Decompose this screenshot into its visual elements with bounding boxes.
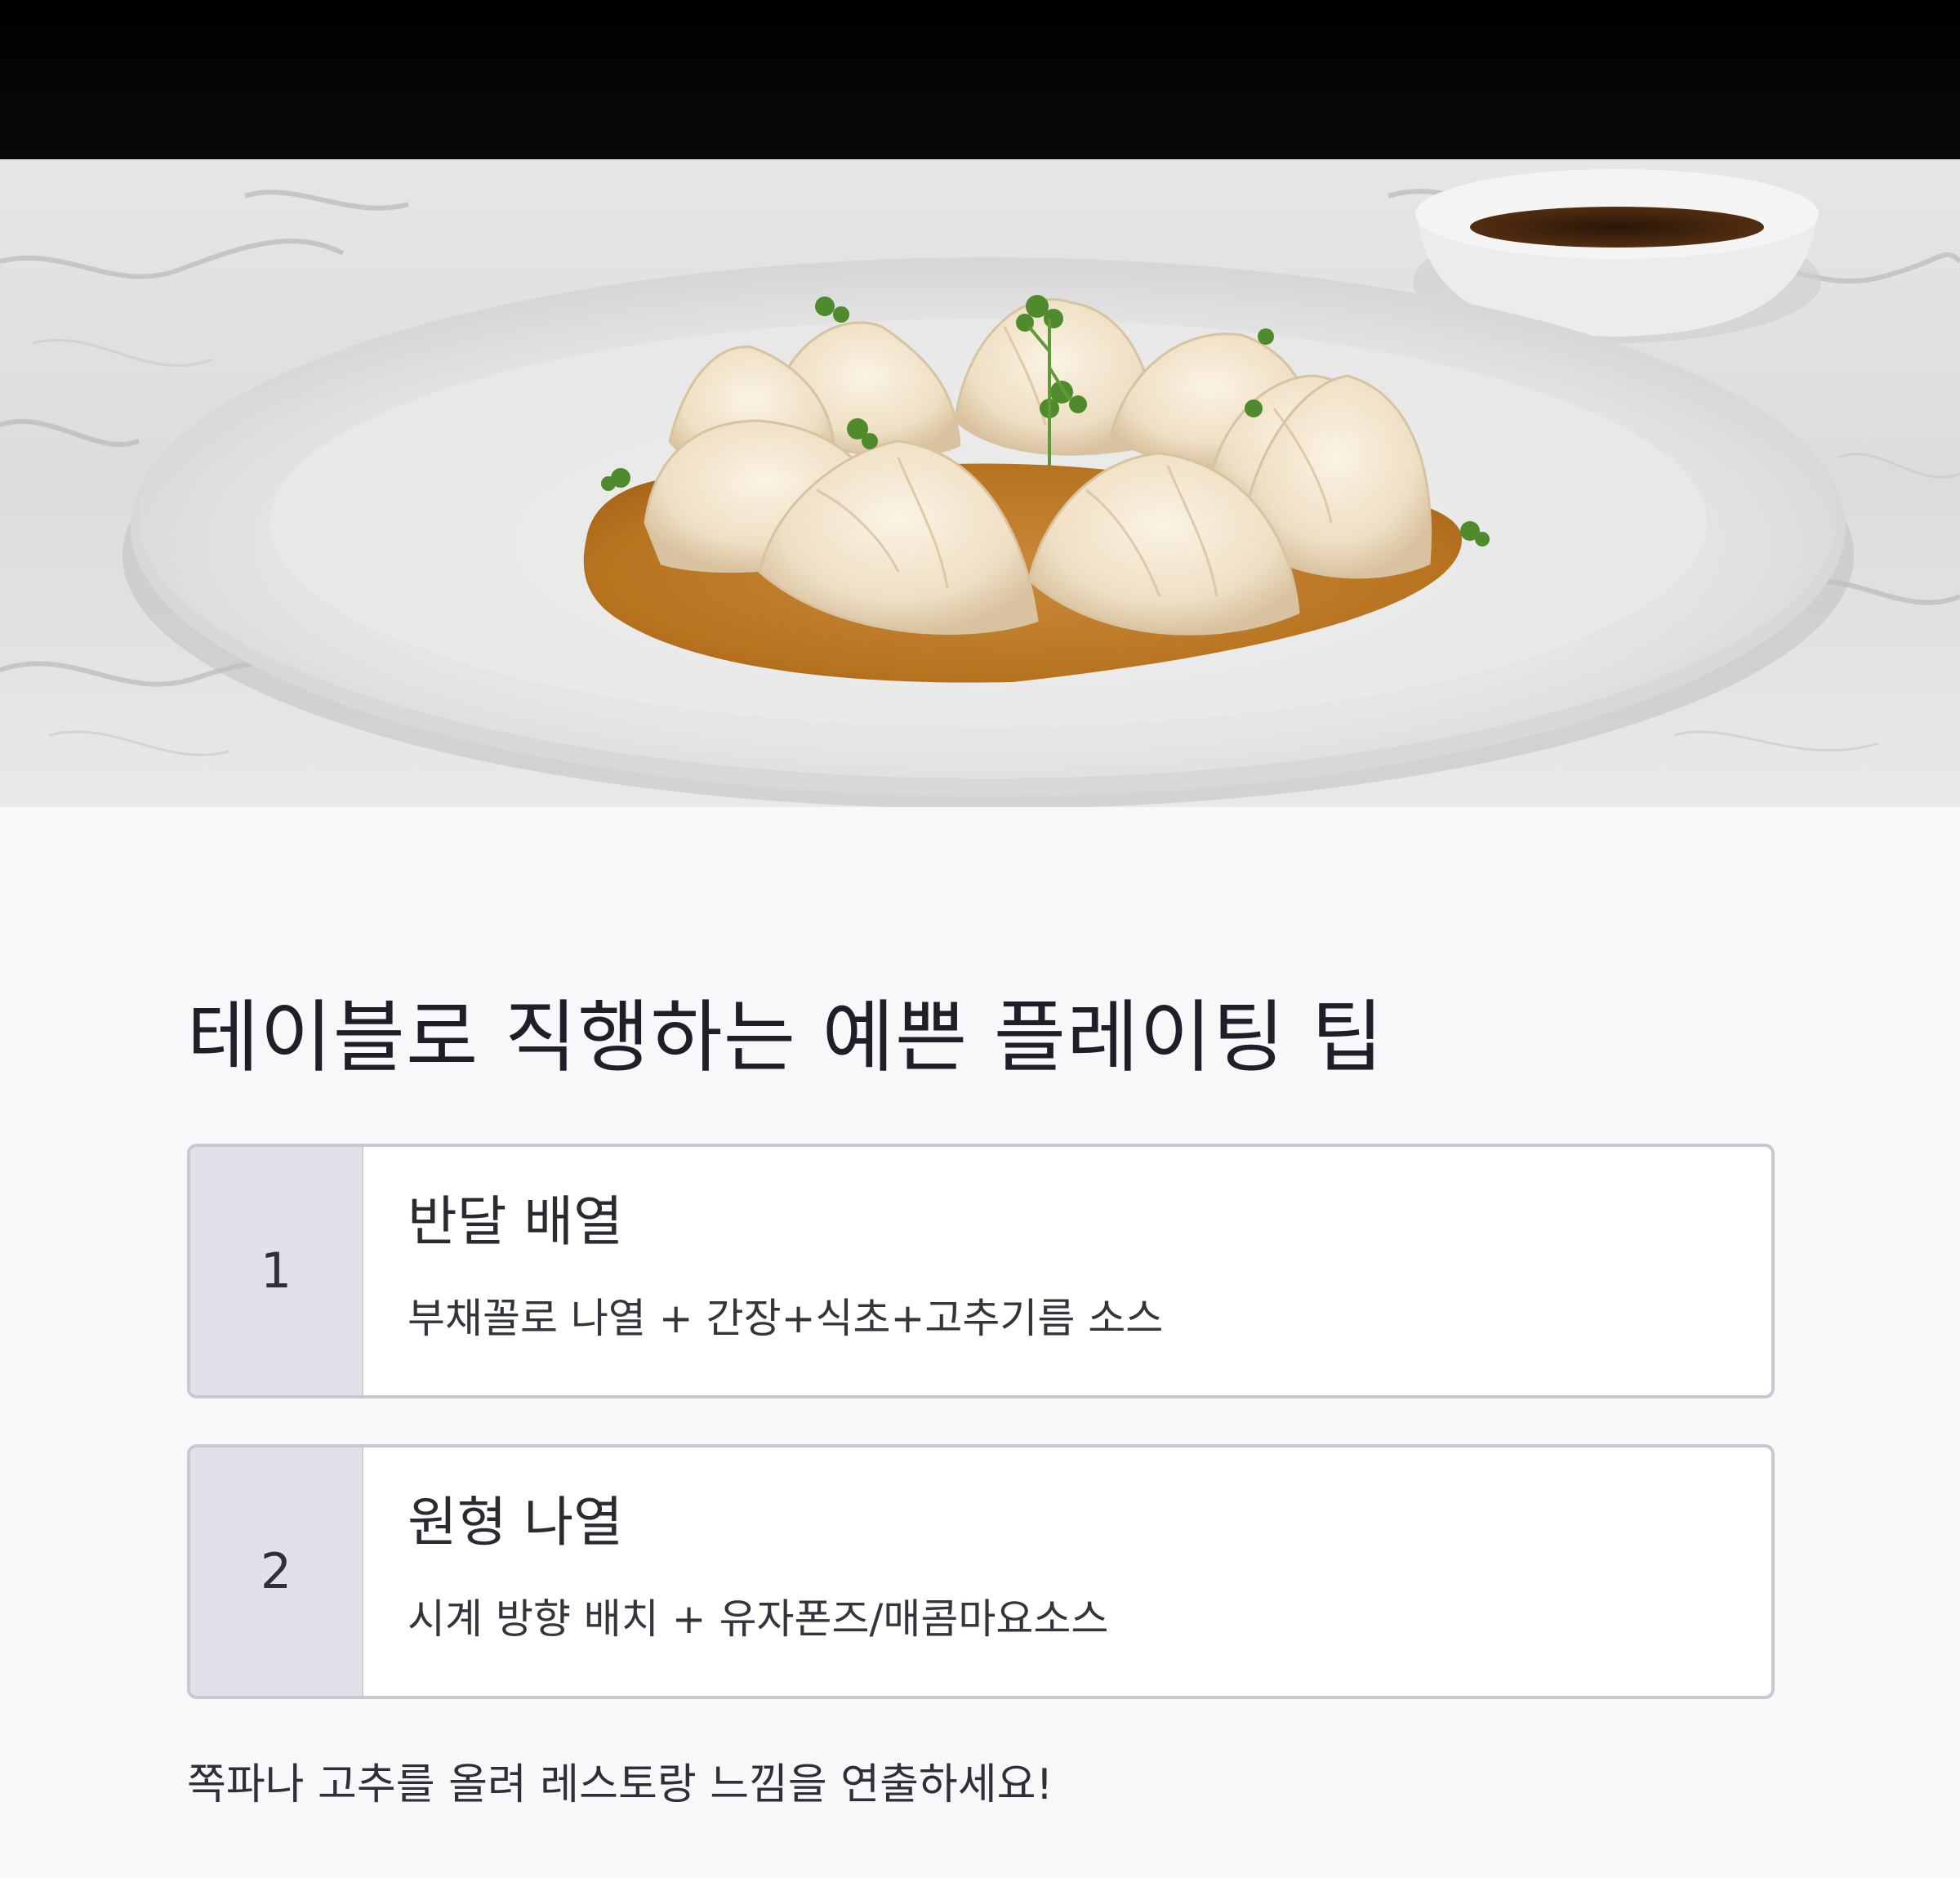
tip-title: 반달 배열 [408,1190,623,1253]
tip-content: 원형 나열 시계 방향 배치 + 유자폰즈/매콤마요소스 [363,1448,1771,1696]
tip-content: 반달 배열 부채꼴로 나열 + 간장+식초+고추기름 소스 [363,1147,1771,1395]
tip-card: 2 원형 나열 시계 방향 배치 + 유자폰즈/매콤마요소스 [187,1444,1775,1699]
page-title: 테이블로 직행하는 예쁜 플레이팅 팁 [187,992,1384,1083]
tip-list: 1 반달 배열 부채꼴로 나열 + 간장+식초+고추기름 소스 2 원형 나열 … [187,1144,1775,1699]
tip-number: 1 [190,1147,363,1395]
tip-description: 시계 방향 배치 + 유자폰즈/매콤마요소스 [408,1595,1109,1643]
plating-tips-section: 테이블로 직행하는 예쁜 플레이팅 팁 1 반달 배열 부채꼴로 나열 + 간장… [187,980,1775,1745]
footer-note: 쪽파나 고추를 올려 레스토랑 느낌을 연출하세요! [187,1760,1054,1809]
tip-card: 1 반달 배열 부채꼴로 나열 + 간장+식초+고추기름 소스 [187,1144,1775,1398]
tip-title: 원형 나열 [408,1491,623,1554]
tip-description: 부채꼴로 나열 + 간장+식초+고추기름 소스 [408,1295,1164,1342]
tip-number: 2 [190,1448,363,1696]
hero-image [0,0,1960,807]
